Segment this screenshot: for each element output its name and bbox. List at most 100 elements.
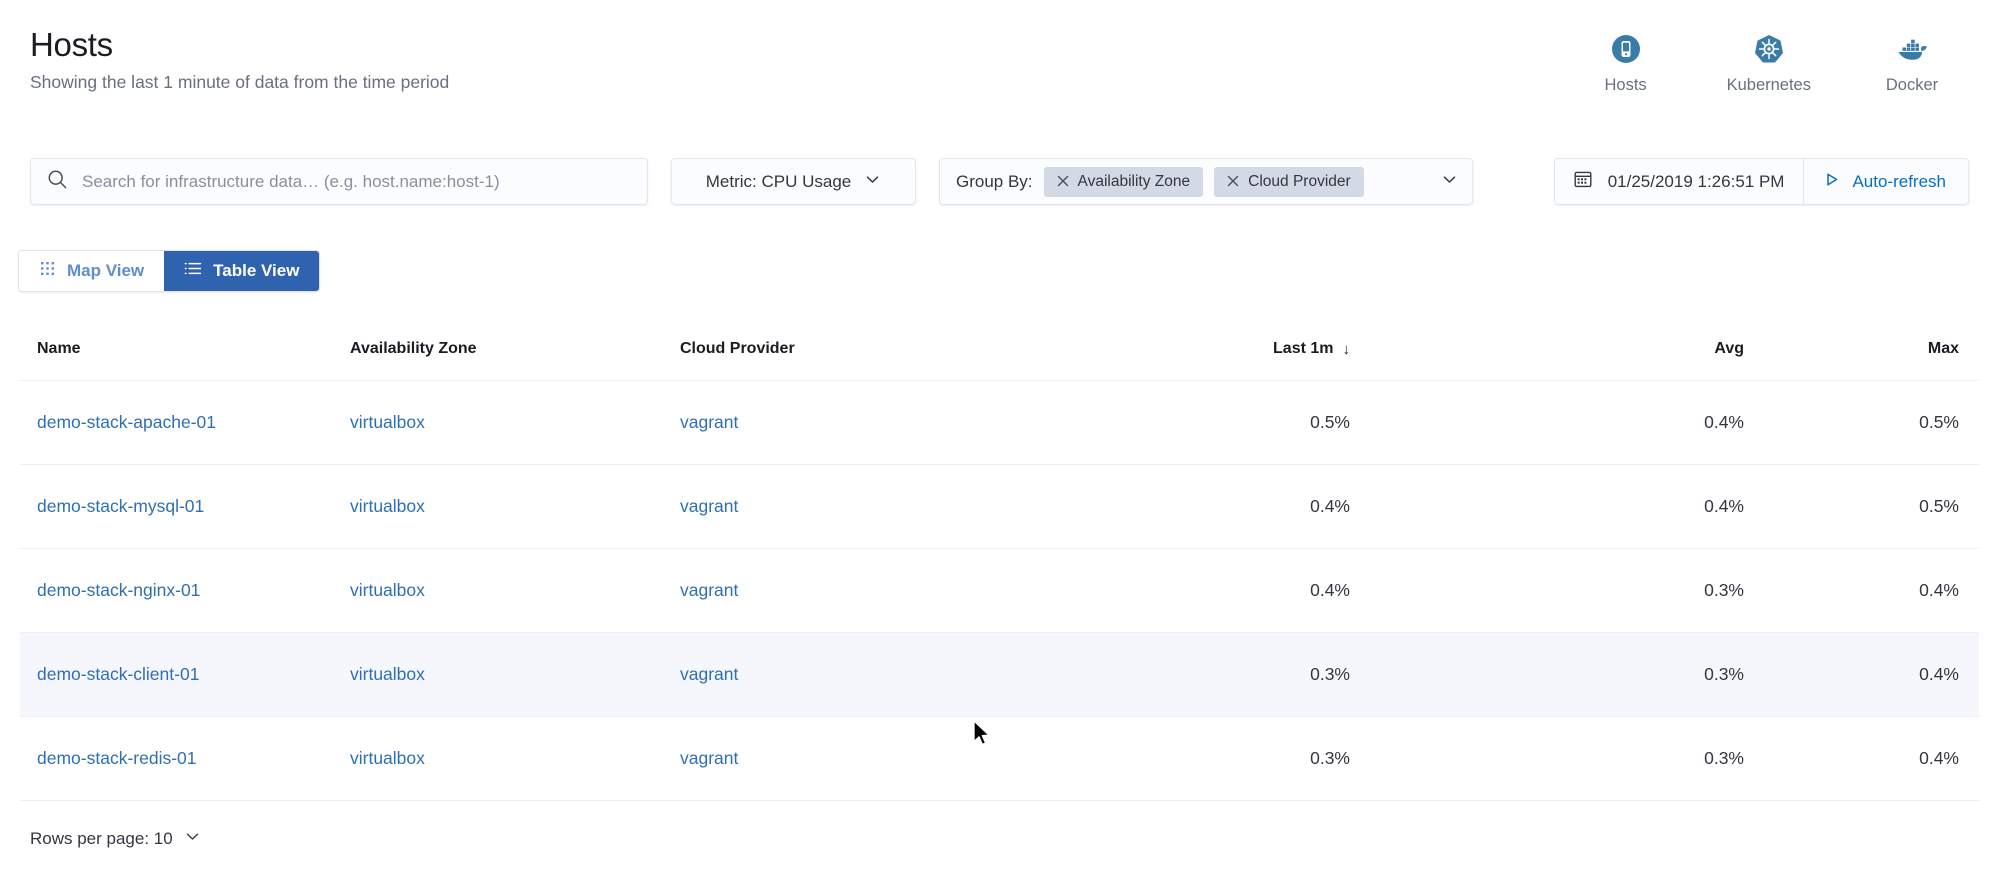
cloud-provider-link[interactable]: vagrant [680,496,738,516]
cell-last-1m: 0.4% [1010,548,1410,633]
column-label: Max [1927,340,1959,357]
table-row: demo-stack-client-01 virtualbox vagrant … [20,632,1979,717]
table-header-row: Name Availability Zone Cloud Provider La… [20,340,1979,381]
group-by-dropdown[interactable]: Group By: Availability Zone Cloud Provid… [939,158,1473,205]
cloud-provider-link[interactable]: vagrant [680,412,738,432]
metric-label: Metric: CPU Usage [705,171,852,191]
availability-zone-link[interactable]: virtualbox [350,664,425,684]
chevron-down-icon [184,828,201,850]
host-name-link[interactable]: demo-stack-apache-01 [37,412,216,432]
availability-zone-link[interactable]: virtualbox [350,580,425,600]
map-view-label: Map View [67,261,145,280]
header-nav-icons: Hosts Kubernetes Docker [1585,26,1953,95]
close-icon[interactable] [1057,175,1069,189]
table-head: Name Availability Zone Cloud Provider La… [20,340,1979,381]
pill-label: Availability Zone [1077,172,1191,190]
hosts-icon [1609,32,1643,66]
date-value: 01/25/2019 1:26:51 PM [1607,171,1785,191]
close-icon[interactable] [1227,175,1239,189]
table-view-label: Table View [213,261,300,280]
docker-icon [1895,32,1929,66]
column-label: Availability Zone [350,340,477,357]
header-title-block: Hosts Showing the last 1 minute of data … [30,26,449,93]
view-toggle-group: Map View Table View [18,250,321,292]
column-header-availability-zone[interactable]: Availability Zone [350,340,680,381]
group-by-pill-cloud-provider[interactable]: Cloud Provider [1214,166,1364,197]
availability-zone-link[interactable]: virtualbox [350,412,425,432]
availability-zone-link[interactable]: virtualbox [350,748,425,768]
rows-per-page-label: Rows per page: 10 [30,829,173,848]
auto-refresh-label: Auto-refresh [1852,171,1946,191]
nav-item-kubernetes[interactable]: Kubernetes [1727,32,1811,95]
page-title: Hosts [30,26,113,63]
table-view-button[interactable]: Table View [164,251,320,291]
play-icon [1823,171,1840,193]
datetime-control: 01/25/2019 1:26:51 PM Auto-refresh [1553,158,1969,205]
cell-last-1m: 0.5% [1010,380,1410,465]
date-picker[interactable]: 01/25/2019 1:26:51 PM [1555,159,1804,204]
nav-label-docker: Docker [1885,76,1939,94]
map-view-button[interactable]: Map View [19,251,165,291]
metric-dropdown[interactable]: Metric: CPU Usage [671,158,916,205]
chevron-down-icon [864,171,881,193]
kubernetes-icon [1752,32,1786,66]
table-row: demo-stack-redis-01 virtualbox vagrant 0… [20,716,1979,801]
cell-max: 0.5% [1780,380,1979,465]
host-name-link[interactable]: demo-stack-nginx-01 [37,580,200,600]
group-by-pill-availability-zone[interactable]: Availability Zone [1043,166,1204,197]
grid-icon [39,260,56,282]
column-header-max[interactable]: Max [1780,340,1979,381]
nav-item-hosts[interactable]: Hosts [1585,32,1667,95]
cell-avg: 0.4% [1410,464,1780,549]
group-by-label: Group By: [956,171,1033,191]
cell-max: 0.4% [1780,716,1979,801]
host-name-link[interactable]: demo-stack-redis-01 [37,748,197,768]
column-label: Name [37,340,81,357]
host-name-link[interactable]: demo-stack-client-01 [37,664,199,684]
cloud-provider-link[interactable]: vagrant [680,748,738,768]
chevron-down-icon[interactable] [1441,171,1458,193]
cell-avg: 0.3% [1410,632,1780,717]
availability-zone-link[interactable]: virtualbox [350,496,425,516]
page-subtitle: Showing the last 1 minute of data from t… [30,72,450,92]
nav-label-kubernetes: Kubernetes [1726,76,1811,94]
column-header-last-1m[interactable]: Last 1m ↓ [1010,340,1410,381]
calendar-icon [1573,169,1593,194]
cell-last-1m: 0.3% [1010,632,1410,717]
cell-max: 0.4% [1780,632,1979,717]
cell-avg: 0.4% [1410,380,1780,465]
table-row: demo-stack-apache-01 virtualbox vagrant … [20,380,1979,465]
cell-max: 0.5% [1780,464,1979,549]
cell-max: 0.4% [1780,548,1979,633]
cloud-provider-link[interactable]: vagrant [680,580,738,600]
table-body: demo-stack-apache-01 virtualbox vagrant … [20,380,1979,801]
cell-avg: 0.3% [1410,548,1780,633]
pill-label: Cloud Provider [1248,172,1351,190]
table-row: demo-stack-mysql-01 virtualbox vagrant 0… [20,464,1979,549]
column-label: Last 1m [1273,340,1334,357]
column-label: Avg [1714,340,1744,357]
nav-item-docker[interactable]: Docker [1871,32,1953,95]
column-label: Cloud Provider [680,340,795,357]
nav-label-hosts: Hosts [1604,76,1647,94]
cell-last-1m: 0.4% [1010,464,1410,549]
search-input[interactable] [82,159,631,204]
column-header-avg[interactable]: Avg [1410,340,1780,381]
rows-per-page-selector[interactable]: Rows per page: 10 [30,828,201,850]
hosts-table-wrapper: Name Availability Zone Cloud Provider La… [20,340,1979,801]
column-header-name[interactable]: Name [20,340,350,381]
host-name-link[interactable]: demo-stack-mysql-01 [37,496,204,516]
sort-descending-icon: ↓ [1342,340,1351,358]
filter-bar: Metric: CPU Usage Group By: Availability… [30,158,1969,205]
search-box[interactable] [30,158,648,205]
list-icon [184,260,202,282]
cell-avg: 0.3% [1410,716,1780,801]
hosts-table: Name Availability Zone Cloud Provider La… [20,340,1979,801]
auto-refresh-button[interactable]: Auto-refresh [1804,159,1968,204]
cell-last-1m: 0.3% [1010,716,1410,801]
search-icon [47,169,68,195]
page-header: Hosts Showing the last 1 minute of data … [0,0,1999,136]
cloud-provider-link[interactable]: vagrant [680,664,738,684]
column-header-cloud-provider[interactable]: Cloud Provider [680,340,1010,381]
hosts-page: Hosts Showing the last 1 minute of data … [0,0,1999,894]
